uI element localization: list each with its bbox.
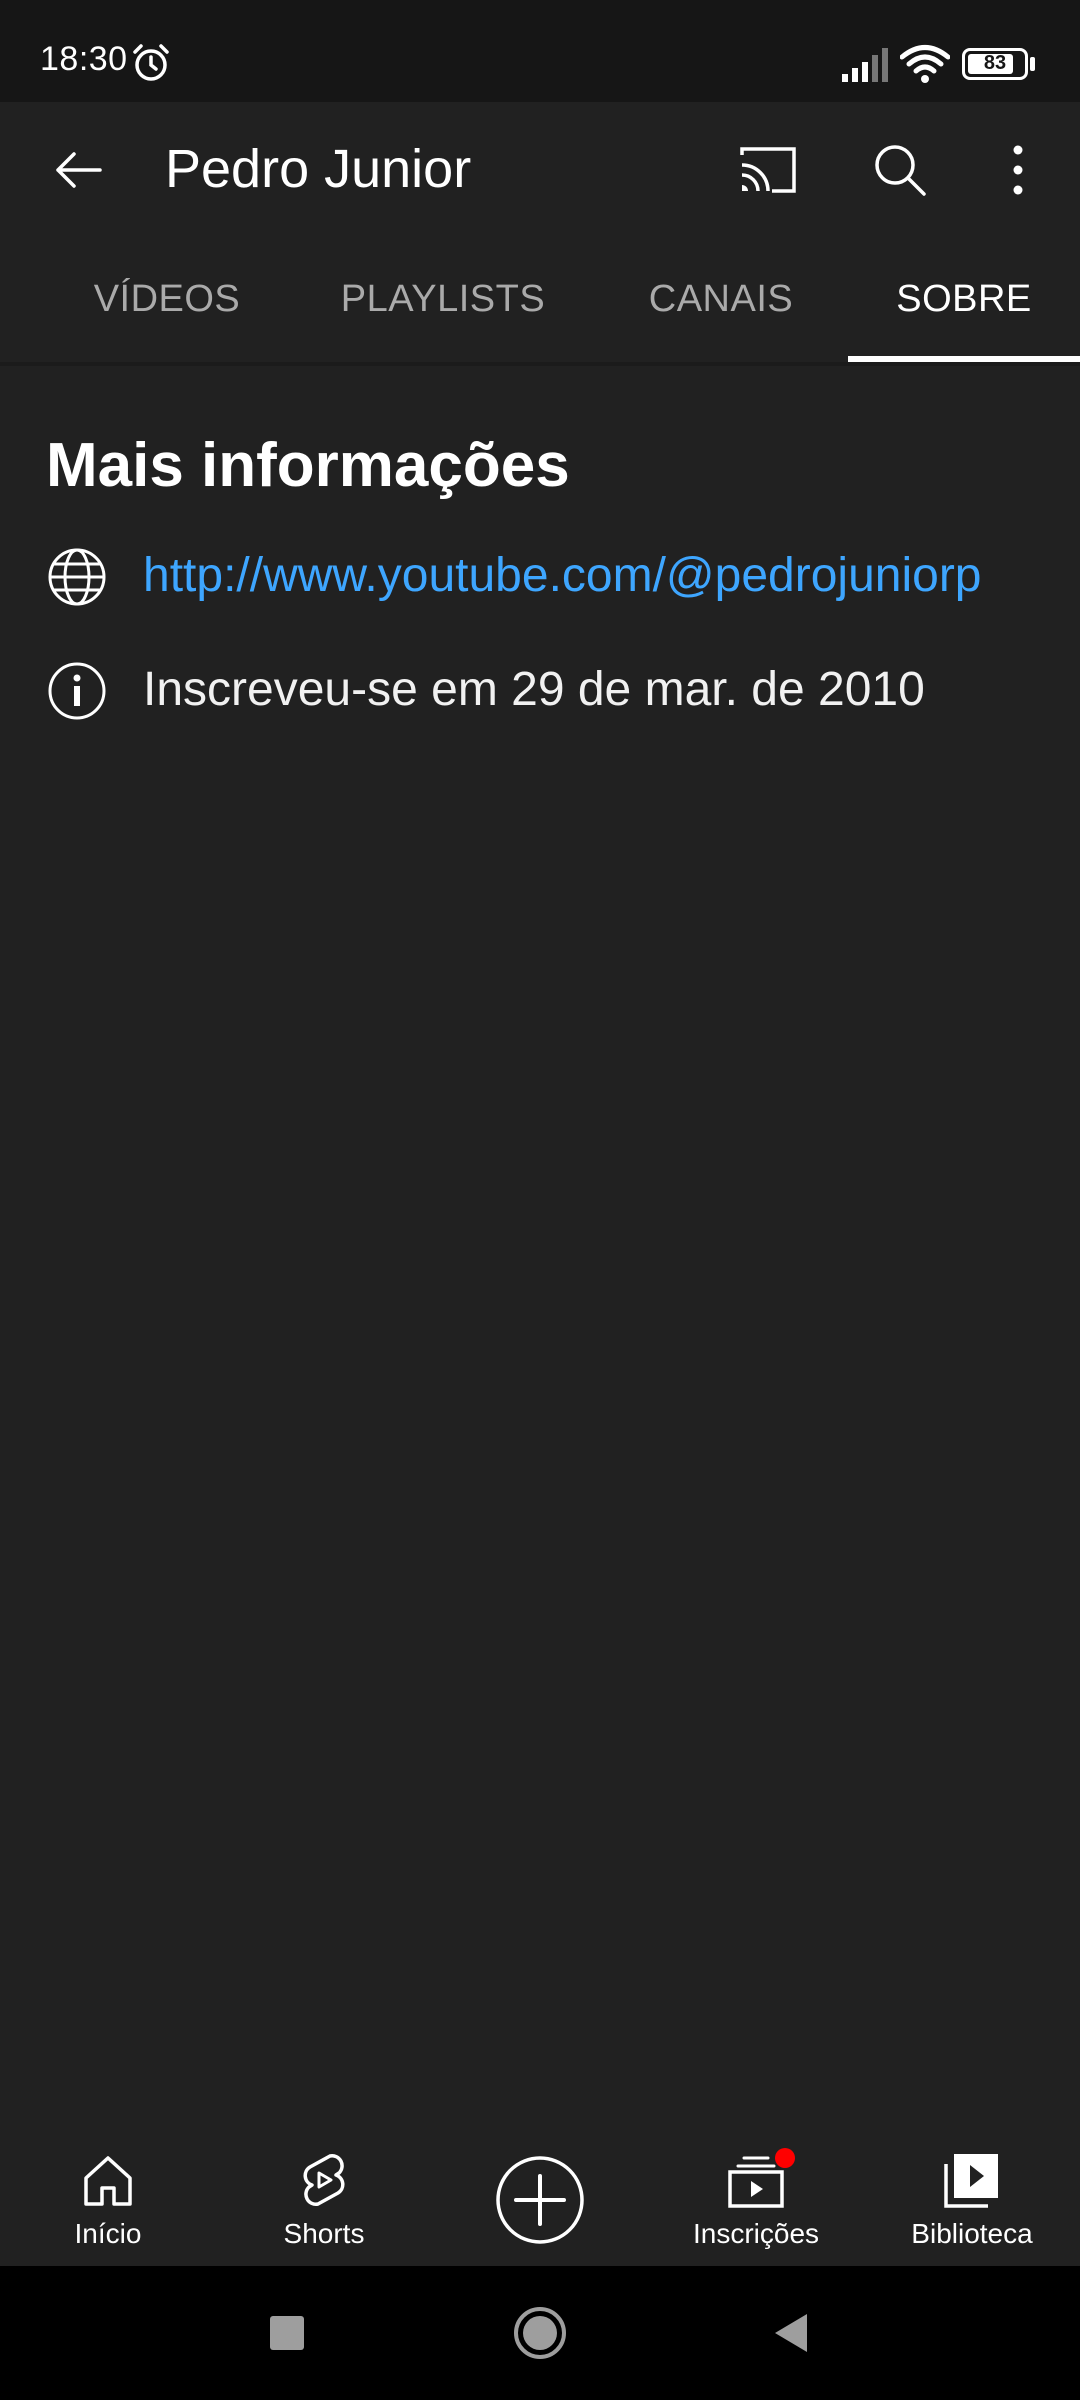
screen: 18:30 83 Pedro Junior VÍDEOS PLAYLISTS C… [0, 0, 1080, 2400]
create-icon [496, 2156, 584, 2244]
section-heading: Mais informações [46, 431, 570, 500]
nav-home-label: Início [74, 2218, 142, 2249]
tab-sobre[interactable]: SOBRE [876, 236, 1052, 362]
status-time: 18:30 [40, 40, 128, 78]
tab-videos[interactable]: VÍDEOS [60, 236, 274, 362]
tab-playlists[interactable]: PLAYLISTS [320, 236, 566, 362]
battery-icon: 83 [962, 48, 1028, 80]
globe-icon [48, 548, 106, 606]
cast-icon [740, 147, 796, 193]
cast-button[interactable] [730, 132, 806, 208]
channel-link-row[interactable]: http://www.youtube.com/@pedrojuniorp [46, 538, 1046, 618]
nav-library-label: Biblioteca [911, 2218, 1033, 2249]
joined-row: Inscreveu-se em 29 de mar. de 2010 [46, 652, 1046, 732]
bottom-nav: Início Shorts Inscrições Biblioteca [0, 2130, 1080, 2266]
library-icon [944, 2154, 998, 2208]
back-button[interactable] [40, 132, 116, 208]
nav-library[interactable]: Biblioteca [882, 2130, 1062, 2266]
app-bar: Pedro Junior [0, 102, 1080, 234]
alarm-icon [133, 44, 169, 81]
channel-tabs: VÍDEOS PLAYLISTS CANAIS SOBRE [0, 236, 1080, 362]
tabs-divider [0, 362, 1080, 366]
system-nav-bar [0, 2266, 1080, 2400]
signal-icon [842, 48, 888, 82]
search-button[interactable] [862, 132, 938, 208]
back-system-button[interactable] [756, 2298, 826, 2368]
search-icon [875, 145, 926, 196]
create-button[interactable] [494, 2154, 586, 2246]
nav-subscriptions-label: Inscrições [692, 2218, 820, 2249]
triangle-back-icon [775, 2314, 807, 2352]
channel-title: Pedro Junior [165, 139, 472, 199]
recents-button[interactable] [252, 2298, 322, 2368]
home-icon [84, 2156, 132, 2206]
more-options-button[interactable] [988, 132, 1048, 208]
circle-icon [514, 2307, 566, 2359]
tab-canais[interactable]: CANAIS [612, 236, 830, 362]
nav-shorts-label: Shorts [283, 2218, 365, 2249]
nav-subscriptions[interactable]: Inscrições [666, 2130, 846, 2266]
battery-nub [1030, 57, 1035, 71]
battery-level: 83 [983, 52, 1007, 74]
home-system-button[interactable] [505, 2298, 575, 2368]
channel-link[interactable]: http://www.youtube.com/@pedrojuniorp [143, 548, 982, 603]
wifi-icon [900, 45, 950, 83]
joined-date: Inscreveu-se em 29 de mar. de 2010 [143, 663, 925, 716]
nav-home[interactable]: Início [18, 2130, 198, 2266]
shorts-icon [303, 2154, 345, 2206]
info-icon [48, 662, 106, 720]
nav-shorts[interactable]: Shorts [234, 2130, 414, 2266]
subscriptions-notification-dot [775, 2148, 795, 2168]
back-arrow-icon [56, 152, 102, 188]
more-vert-icon [1013, 145, 1023, 195]
status-bar: 18:30 83 [0, 0, 1080, 102]
square-icon [270, 2316, 304, 2350]
